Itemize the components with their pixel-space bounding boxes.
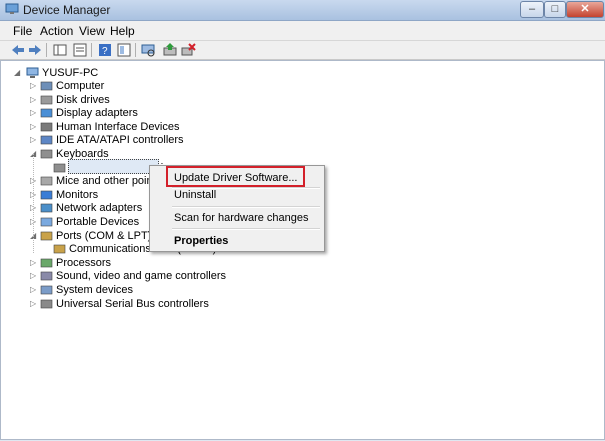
minimize-icon[interactable]: – <box>520 1 544 18</box>
toolbar-separator <box>46 43 47 57</box>
tree-item-label: Monitors <box>56 189 99 201</box>
menu-view[interactable]: View <box>79 24 105 38</box>
toolbar: ? <box>0 41 605 60</box>
portable-device-icon <box>40 217 53 227</box>
toolbar-separator <box>135 43 136 57</box>
menu-file[interactable]: File <box>13 24 32 38</box>
mouse-icon <box>40 176 53 186</box>
tree-item-label: Computer <box>56 80 105 92</box>
tree-item-label: Network adapters <box>56 202 143 214</box>
menu-action[interactable]: Action <box>40 24 73 38</box>
title-bar[interactable]: Device Manager – □ ✕ <box>0 0 605 21</box>
tree-item-label: Mice and other pointin <box>56 175 165 187</box>
expand-arrow-icon[interactable]: ▷ <box>30 108 36 117</box>
annotation-highlight-box <box>166 166 305 187</box>
expand-arrow-icon[interactable]: ▷ <box>30 95 36 104</box>
menu-uninstall[interactable]: Uninstall <box>150 187 324 203</box>
uninstall-icon[interactable] <box>180 42 196 58</box>
port-icon <box>40 231 53 241</box>
network-adapter-icon <box>40 203 53 213</box>
menu-properties-label: Properties <box>174 235 229 247</box>
tree-item-label: Universal Serial Bus controllers <box>56 298 209 310</box>
scan-hardware-icon[interactable] <box>140 42 156 58</box>
computer-icon <box>26 67 39 78</box>
menu-scan-hardware-label: Scan for hardware changes <box>174 212 309 224</box>
hid-icon <box>40 122 53 132</box>
menu-separator <box>172 228 320 230</box>
ide-controller-icon <box>40 135 53 145</box>
keyboard-icon <box>40 149 53 159</box>
selected-row-highlight <box>68 159 159 174</box>
tree-item-label: Disk drives <box>56 94 110 106</box>
sound-icon <box>40 271 53 281</box>
tree-root-label: YUSUF-PC <box>42 67 99 79</box>
keyboard-icon <box>53 163 66 173</box>
usb-icon <box>40 299 53 309</box>
monitor-icon <box>40 190 53 200</box>
tree-item-label: System devices <box>56 284 134 296</box>
tree-item-label: Processors <box>56 257 112 269</box>
menu-properties[interactable]: Properties <box>150 233 324 249</box>
processor-icon <box>40 258 53 268</box>
svg-text:?: ? <box>102 46 108 57</box>
device-manager-icon <box>5 3 19 14</box>
expand-arrow-icon[interactable]: ▷ <box>30 81 36 90</box>
tree-item-label: Human Interface Devices <box>56 121 180 133</box>
maximize-icon[interactable]: □ <box>544 1 566 18</box>
tree-item-label: Portable Devices <box>56 216 140 228</box>
system-devices-icon <box>40 285 53 295</box>
forward-arrow-icon[interactable] <box>27 42 43 58</box>
tree-item-label: Sound, video and game controllers <box>56 270 226 282</box>
expand-arrow-icon[interactable]: ▷ <box>30 122 36 131</box>
tree-item-label: Ports (COM & LPT) <box>56 230 152 242</box>
tree-item-label: IDE ATA/ATAPI controllers <box>56 134 184 146</box>
toolbar-separator <box>91 43 92 57</box>
back-arrow-icon[interactable] <box>10 42 26 58</box>
tree-item-label: Display adapters <box>56 107 138 119</box>
collapse-arrow-icon[interactable]: ◢ <box>14 68 20 77</box>
tree-connector-line <box>33 153 35 253</box>
menu-scan-hardware[interactable]: Scan for hardware changes <box>150 210 324 226</box>
expand-arrow-icon[interactable]: ▷ <box>30 285 36 294</box>
disk-drive-icon <box>40 95 53 105</box>
expand-arrow-icon[interactable]: ▷ <box>30 258 36 267</box>
show-hide-tree-icon[interactable] <box>52 42 68 58</box>
port-icon <box>53 244 66 254</box>
properties-icon[interactable] <box>72 42 88 58</box>
help-icon[interactable]: ? <box>97 42 113 58</box>
expand-arrow-icon[interactable]: ▷ <box>30 271 36 280</box>
display-adapter-icon <box>40 108 53 118</box>
menu-separator <box>172 206 320 208</box>
window-title: Device Manager <box>23 3 111 17</box>
expand-arrow-icon[interactable]: ▷ <box>30 135 36 144</box>
console-tree-icon[interactable] <box>116 42 132 58</box>
menu-help[interactable]: Help <box>110 24 135 38</box>
computer-icon <box>40 81 53 91</box>
menu-uninstall-label: Uninstall <box>174 189 217 201</box>
update-driver-icon[interactable] <box>162 42 178 58</box>
menu-bar: File Action View Help <box>0 21 605 41</box>
close-icon[interactable]: ✕ <box>566 1 604 18</box>
expand-arrow-icon[interactable]: ▷ <box>30 299 36 308</box>
